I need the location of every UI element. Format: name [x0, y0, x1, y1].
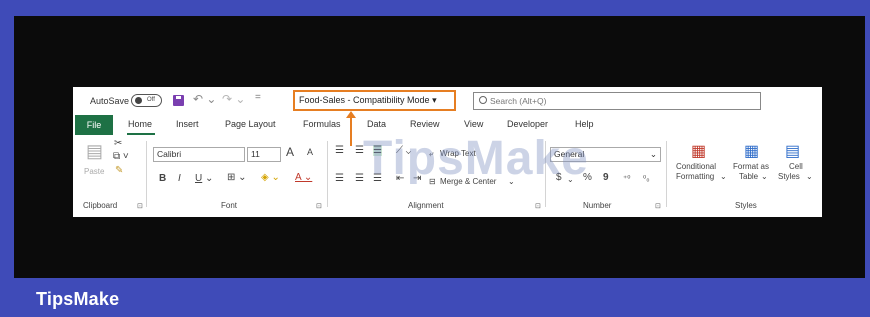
- excel-window: AutoSave Off ↶ ⌄ ↷ ⌄ = Food-Sales - Comp…: [73, 87, 822, 217]
- chevron-down-icon: ⌄: [649, 149, 657, 159]
- grow-font-button[interactable]: A: [286, 145, 294, 159]
- clipboard-launcher-icon[interactable]: ⊡: [137, 202, 143, 210]
- copy-icon[interactable]: ⧉ ˅: [113, 151, 129, 162]
- font-launcher-icon[interactable]: ⊡: [316, 202, 322, 210]
- cell-styles-label-1[interactable]: Cell: [789, 162, 803, 171]
- borders-icon[interactable]: ⊞ ⌄: [227, 172, 247, 183]
- document-title-text: Food-Sales - Compatibility Mode: [299, 95, 430, 105]
- tab-home[interactable]: Home: [128, 119, 152, 129]
- decrease-decimal-icon[interactable]: ⁰₀: [643, 174, 650, 183]
- tab-insert[interactable]: Insert: [176, 119, 199, 129]
- align-left-icon[interactable]: ☰: [335, 173, 344, 184]
- bold-button[interactable]: B: [159, 173, 166, 184]
- fill-color-icon[interactable]: ◈ ⌄: [261, 172, 280, 183]
- tab-view[interactable]: View: [464, 119, 483, 129]
- customize-qat-button[interactable]: =: [255, 92, 261, 103]
- watermark: TipsMake: [363, 132, 589, 185]
- undo-icon[interactable]: ↶ ⌄: [193, 92, 216, 106]
- styles-group-label: Styles: [735, 201, 757, 210]
- underline-dropdown-icon[interactable]: ⌄: [205, 173, 213, 184]
- divider: [327, 141, 328, 207]
- align-top-icon[interactable]: ☰: [335, 145, 344, 156]
- format-painter-icon[interactable]: ✎: [115, 165, 123, 176]
- conditional-formatting-icon[interactable]: ▦: [691, 141, 706, 161]
- paste-button-label[interactable]: Paste: [84, 167, 104, 176]
- font-color-icon[interactable]: A ⌄: [295, 172, 312, 183]
- tab-file[interactable]: File: [75, 115, 113, 135]
- tab-formulas[interactable]: Formulas: [303, 119, 341, 129]
- tab-data[interactable]: Data: [367, 119, 386, 129]
- font-size-value: 11: [251, 149, 260, 159]
- format-as-table-dropdown-icon[interactable]: ⌄: [761, 172, 768, 181]
- format-as-table-icon[interactable]: ▦: [744, 141, 759, 161]
- search-placeholder: Search (Alt+Q): [490, 96, 547, 106]
- autosave-toggle[interactable]: Off: [131, 94, 162, 107]
- italic-button[interactable]: I: [178, 173, 181, 184]
- title-bar: AutoSave Off ↶ ⌄ ↷ ⌄ = Food-Sales - Comp…: [73, 87, 822, 114]
- format-as-table-label-2[interactable]: Table: [739, 172, 758, 181]
- alignment-launcher-icon[interactable]: ⊡: [535, 202, 541, 210]
- font-name-select[interactable]: Calibri: [153, 147, 245, 162]
- clipboard-group-label: Clipboard: [83, 201, 118, 210]
- font-name-value: Calibri: [157, 149, 182, 159]
- document-title[interactable]: Food-Sales - Compatibility Mode ▾: [293, 90, 456, 111]
- shrink-font-button[interactable]: A: [307, 147, 313, 157]
- tab-help[interactable]: Help: [575, 119, 594, 129]
- cut-icon[interactable]: ✂: [114, 138, 122, 149]
- search-icon: [479, 96, 487, 104]
- divider: [146, 141, 147, 207]
- cell-styles-dropdown-icon[interactable]: ⌄: [806, 172, 813, 181]
- underline-button[interactable]: U: [195, 173, 202, 184]
- chevron-down-icon: ▾: [432, 95, 437, 105]
- brand-logo: TipsMake: [36, 289, 120, 309]
- autosave-label: AutoSave: [90, 96, 130, 106]
- tab-home-indicator: [127, 133, 155, 135]
- format-as-table-label-1[interactable]: Format as: [733, 162, 769, 171]
- search-box[interactable]: Search (Alt+Q): [473, 92, 761, 110]
- divider: [666, 141, 667, 207]
- save-icon[interactable]: [173, 95, 184, 106]
- number-group-label: Number: [583, 201, 612, 210]
- font-size-select[interactable]: 11: [247, 147, 281, 162]
- redo-icon[interactable]: ↷ ⌄: [222, 92, 245, 106]
- page-frame: AutoSave Off ↶ ⌄ ↷ ⌄ = Food-Sales - Comp…: [0, 0, 870, 317]
- increase-decimal-icon[interactable]: ⁺⁰: [623, 174, 630, 183]
- paste-icon[interactable]: ▤: [86, 141, 103, 162]
- cell-styles-icon[interactable]: ▤: [785, 141, 800, 161]
- tab-developer[interactable]: Developer: [507, 119, 548, 129]
- tab-review[interactable]: Review: [410, 119, 440, 129]
- conditional-formatting-label-2[interactable]: Formatting: [676, 172, 714, 181]
- comma-style-button[interactable]: 9: [603, 172, 609, 183]
- font-group-label: Font: [221, 201, 238, 210]
- alignment-group-label: Alignment: [408, 201, 444, 210]
- conditional-formatting-label-1[interactable]: Conditional: [676, 162, 716, 171]
- conditional-formatting-dropdown-icon[interactable]: ⌄: [720, 172, 727, 181]
- number-launcher-icon[interactable]: ⊡: [655, 202, 661, 210]
- tab-page-layout[interactable]: Page Layout: [225, 119, 276, 129]
- cell-styles-label-2[interactable]: Styles: [778, 172, 800, 181]
